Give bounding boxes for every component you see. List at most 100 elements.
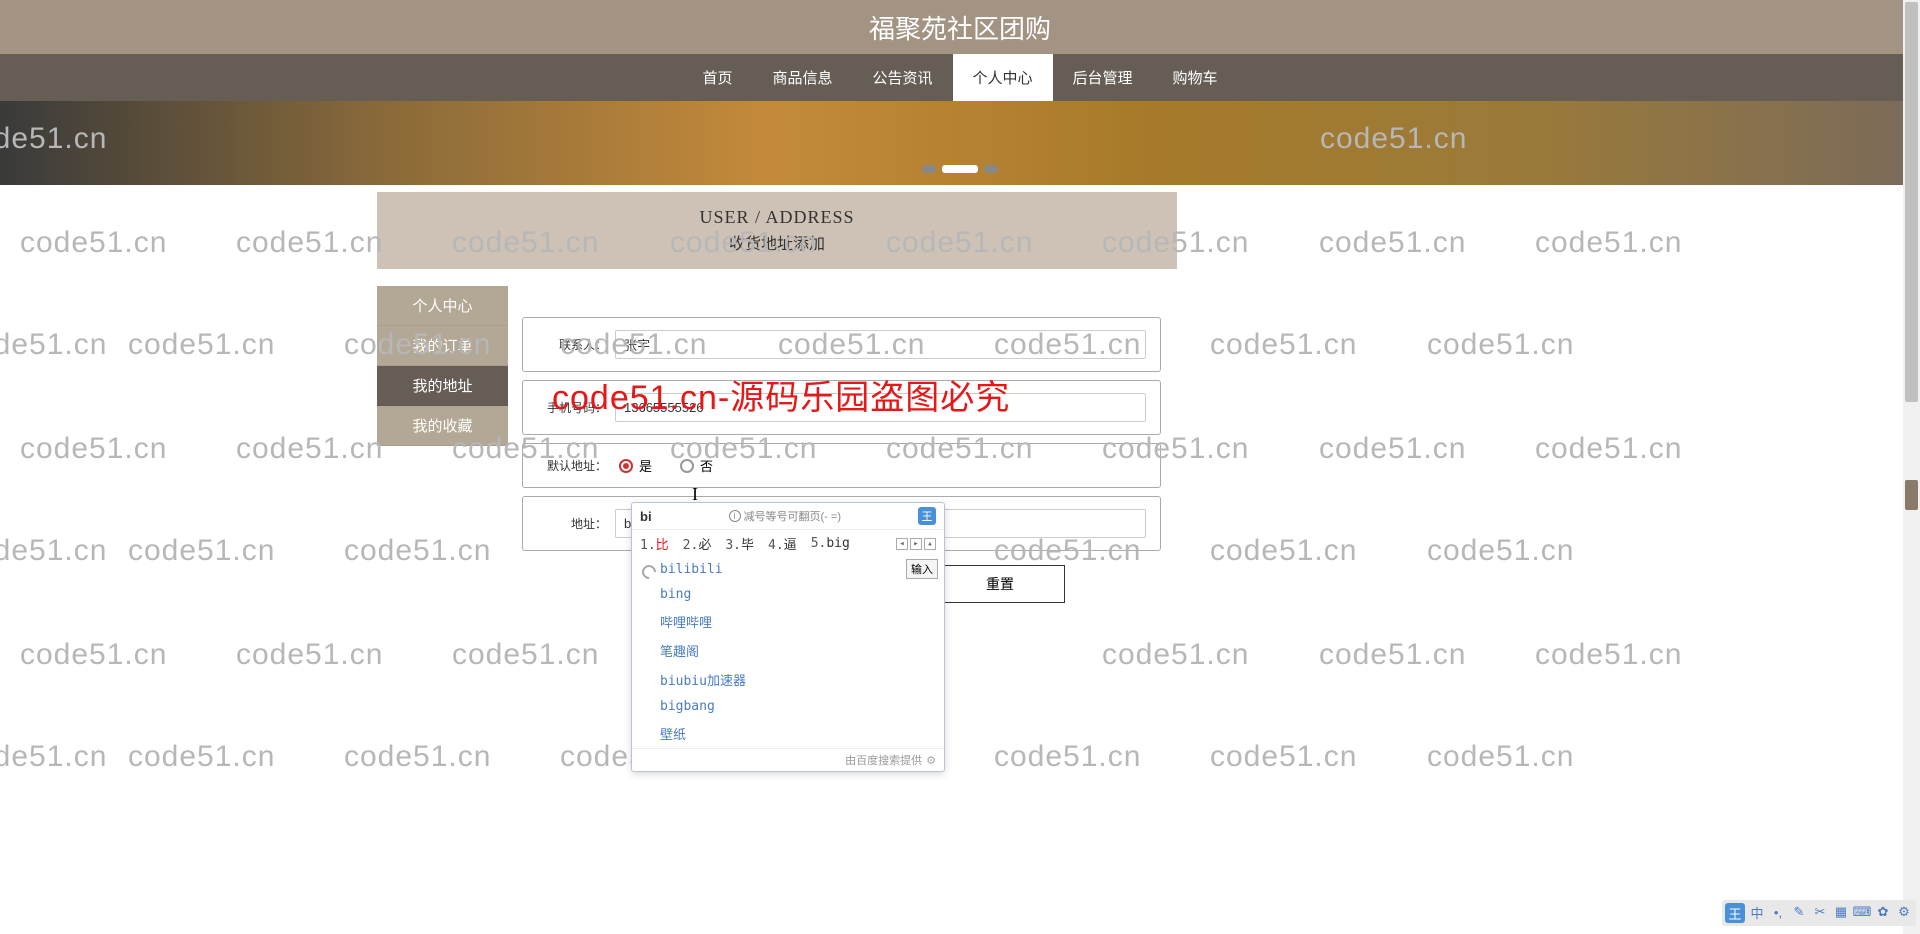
toolbar-icon[interactable]: ▦ bbox=[1832, 903, 1850, 921]
toolbar-icon[interactable]: ✎ bbox=[1790, 903, 1808, 921]
contact-input[interactable] bbox=[615, 330, 1146, 359]
watermark: code51.cn bbox=[1535, 432, 1682, 466]
carousel-dot[interactable] bbox=[922, 165, 936, 173]
nav-item[interactable]: 公告资讯 bbox=[852, 54, 952, 101]
ime-candidates[interactable]: 1.比 2.必 3.毕 4.逼 5.big ◂▸▴ bbox=[632, 530, 944, 557]
ime-badge-icon[interactable]: 王 bbox=[918, 507, 936, 525]
ime-suggestion[interactable]: bigbang bbox=[632, 694, 944, 719]
watermark: code51.cn bbox=[1210, 534, 1357, 568]
toolbar-icon[interactable]: ✂ bbox=[1811, 903, 1829, 921]
watermark: code51.cn bbox=[128, 328, 275, 362]
watermark: code51.cn bbox=[236, 432, 383, 466]
info-icon: i bbox=[729, 510, 741, 522]
nav-item[interactable]: 购物车 bbox=[1153, 54, 1238, 101]
carousel-dot-active[interactable] bbox=[942, 165, 978, 173]
radio-circle-icon bbox=[619, 459, 633, 473]
carousel-dot[interactable] bbox=[984, 165, 998, 173]
watermark: code51.cn bbox=[20, 432, 167, 466]
banner-carousel[interactable] bbox=[0, 101, 1920, 185]
toolbar-icon[interactable]: ✿ bbox=[1874, 903, 1892, 921]
watermark: code51.cn bbox=[1535, 226, 1682, 260]
toolbar-icon[interactable]: •, bbox=[1769, 903, 1787, 921]
reset-button[interactable]: 重置 bbox=[935, 565, 1065, 603]
radio-no[interactable]: 否 bbox=[680, 456, 713, 475]
watermark: code51.cn bbox=[1427, 328, 1574, 362]
ime-suggestion[interactable]: bilibili bbox=[632, 557, 944, 582]
main-nav: 首页商品信息公告资讯个人中心后台管理购物车 bbox=[0, 54, 1920, 101]
page-header: USER / ADDRESS 收货地址添加 bbox=[377, 192, 1177, 269]
sidebar-item[interactable]: 我的订单 bbox=[377, 326, 508, 366]
sidebar-item[interactable]: 个人中心 bbox=[377, 286, 508, 326]
watermark: code51.cn bbox=[452, 638, 599, 672]
scrollbar-thumb[interactable] bbox=[1905, 480, 1918, 510]
toolbar-icon[interactable]: 王 bbox=[1725, 903, 1745, 923]
ime-hint-text: 减号等号可翻页(- =) bbox=[744, 508, 841, 524]
contact-row: 联系人： bbox=[522, 317, 1161, 372]
watermark: code51.cn bbox=[1319, 432, 1466, 466]
watermark: code51.cn bbox=[128, 534, 275, 568]
toolbar-icon[interactable]: ⌨ bbox=[1853, 903, 1871, 921]
sidebar-item[interactable]: 我的收藏 bbox=[377, 406, 508, 446]
ime-candidate[interactable]: 3.毕 bbox=[725, 534, 754, 553]
address-label: 地址： bbox=[537, 515, 615, 532]
ime-candidate[interactable]: 1.比 bbox=[640, 534, 669, 553]
nav-item[interactable]: 个人中心 bbox=[953, 54, 1053, 101]
vertical-scrollbar[interactable] bbox=[1903, 0, 1920, 934]
ime-suggestion[interactable]: 哔哩哔哩 bbox=[632, 607, 944, 636]
ime-pager[interactable]: ◂▸▴ bbox=[896, 538, 936, 550]
watermark: code51.cn bbox=[1427, 740, 1574, 774]
radio-no-label: 否 bbox=[700, 456, 713, 475]
watermark: code51.cn bbox=[994, 740, 1141, 774]
ime-suggestions: bilibilibing哔哩哔哩笔趣阁biubiu加速器bigbang壁纸 bbox=[632, 557, 944, 748]
ime-candidate[interactable]: 5.big bbox=[811, 536, 850, 551]
ime-suggestion[interactable]: bing bbox=[632, 582, 944, 607]
watermark: code51.cn bbox=[1319, 638, 1466, 672]
watermark: code51.cn bbox=[1210, 328, 1357, 362]
radio-yes[interactable]: 是 bbox=[619, 456, 652, 475]
sidebar-item[interactable]: 我的地址 bbox=[377, 366, 508, 406]
page-title-en: USER / ADDRESS bbox=[377, 207, 1177, 228]
watermark: code51.cn bbox=[0, 740, 107, 774]
watermark: code51.cn bbox=[1210, 740, 1357, 774]
ime-footer-text: 由百度搜索提供 bbox=[845, 752, 922, 768]
watermark-overlay: code51.cn-源码乐园盗图必究 bbox=[552, 370, 1010, 419]
watermark: code51.cn bbox=[128, 740, 275, 774]
radio-yes-label: 是 bbox=[639, 456, 652, 475]
watermark: code51.cn bbox=[236, 638, 383, 672]
page-title-cn: 收货地址添加 bbox=[377, 230, 1177, 254]
sidebar: 个人中心我的订单我的地址我的收藏 bbox=[377, 286, 508, 603]
ime-suggestion[interactable]: 壁纸 bbox=[632, 719, 944, 748]
nav-item[interactable]: 后台管理 bbox=[1053, 54, 1153, 101]
default-addr-label: 默认地址： bbox=[537, 457, 615, 474]
chevron-right-icon[interactable]: ▸ bbox=[910, 538, 922, 550]
watermark: code51.cn bbox=[1102, 638, 1249, 672]
watermark: code51.cn bbox=[236, 226, 383, 260]
ime-footer: 由百度搜索提供 ⚙ bbox=[632, 748, 944, 771]
nav-item[interactable]: 商品信息 bbox=[752, 54, 852, 101]
site-title: 福聚苑社区团购 bbox=[869, 9, 1051, 46]
chevron-up-icon[interactable]: ▴ bbox=[924, 538, 936, 550]
radio-circle-icon bbox=[680, 459, 694, 473]
chevron-left-icon[interactable]: ◂ bbox=[896, 538, 908, 550]
ime-candidate[interactable]: 4.逼 bbox=[768, 534, 797, 553]
ime-suggestion[interactable]: biubiu加速器 bbox=[632, 665, 944, 694]
ime-candidate[interactable]: 2.必 bbox=[683, 534, 712, 553]
ime-hint: i 减号等号可翻页(- =) bbox=[729, 508, 841, 524]
ime-panel[interactable]: bi i 减号等号可翻页(- =) 王 1.比2.必3.毕4.逼5.big◂▸▴… bbox=[631, 502, 945, 772]
ime-toolbar[interactable]: 王中•,✎✂▦⌨✿⚙ bbox=[1722, 900, 1916, 926]
toolbar-icon[interactable]: 中 bbox=[1748, 903, 1766, 921]
default-addr-row: 默认地址： 是 否 bbox=[522, 443, 1161, 488]
watermark: code51.cn bbox=[344, 740, 491, 774]
gear-icon[interactable]: ⚙ bbox=[926, 754, 936, 767]
ime-suggestion[interactable]: 笔趣阁 bbox=[632, 636, 944, 665]
watermark: code51.cn bbox=[0, 534, 107, 568]
carousel-dots[interactable] bbox=[922, 165, 998, 173]
nav-item[interactable]: 首页 bbox=[682, 54, 752, 101]
contact-label: 联系人： bbox=[537, 336, 615, 353]
scrollbar-thumb[interactable] bbox=[1905, 2, 1918, 402]
watermark: code51.cn bbox=[1319, 226, 1466, 260]
watermark: code51.cn bbox=[20, 638, 167, 672]
watermark: code51.cn bbox=[0, 328, 107, 362]
header: 福聚苑社区团购 bbox=[0, 0, 1920, 54]
toolbar-icon[interactable]: ⚙ bbox=[1895, 903, 1913, 921]
